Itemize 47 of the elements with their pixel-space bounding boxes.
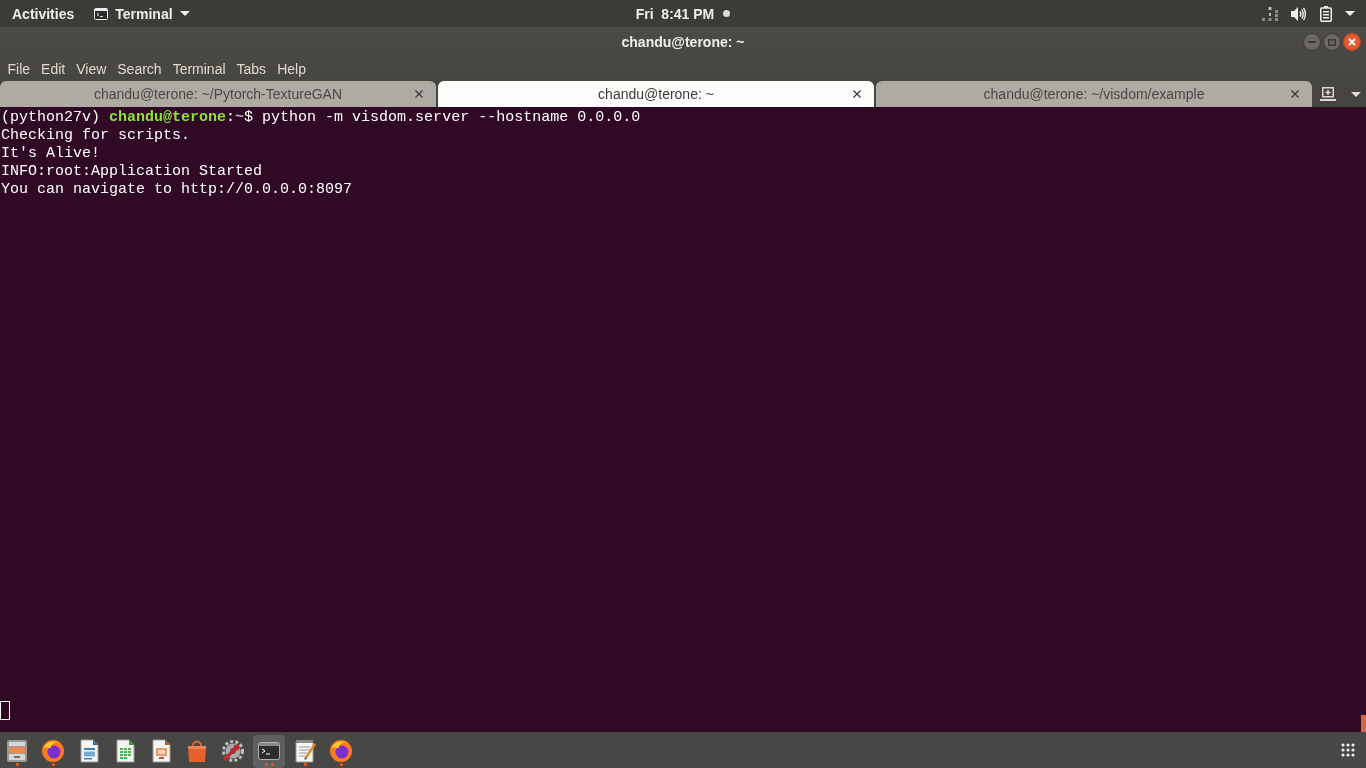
dock-launcher[interactable] [253,735,285,768]
shopping-bag-icon [187,739,207,763]
close-button[interactable] [1343,33,1361,51]
terminal-line: (python27v) chandu@terone:~$ python -m visdom.server --hostname 0.0.0.0 [1,109,641,127]
close-icon[interactable] [1291,90,1299,98]
plus-screen-icon[interactable] [1320,87,1336,101]
menu-item[interactable]: File [2,58,36,79]
document-icon [79,739,99,763]
terminal-tab[interactable]: chandu@terone: ~/visdom/example [876,81,1312,107]
close-icon[interactable] [853,90,861,98]
terminal-icon [257,739,281,763]
presentation-icon [151,739,171,763]
menu-item[interactable]: Search [111,58,168,79]
menu-item[interactable]: Help [271,58,312,79]
minus-icon [1308,41,1316,43]
app-menu-button[interactable]: Terminal [94,3,190,24]
speaker-icon[interactable] [1291,6,1307,21]
terminal-line: INFO:root:Application Started [1,163,263,181]
menu-item[interactable]: Terminal [167,58,232,79]
window-title: chandu@terone: ~ [621,32,745,52]
clock-button[interactable]: Fri 8:41 PM [635,3,731,24]
terminal-icon [94,7,109,20]
caret-icon[interactable] [1351,91,1361,97]
spreadsheet-icon [115,739,135,763]
square-icon [1328,38,1336,46]
close-icon [1348,38,1356,46]
terminal-tab[interactable]: chandu@terone: ~ [438,81,874,107]
scrollbar-thumb[interactable] [1361,715,1366,732]
menu-item[interactable]: Tabs [231,58,272,79]
file-cabinet-icon [5,739,29,763]
caret-icon [179,11,190,16]
terminal-line: It's Alive! [1,145,101,163]
signal-bars-icon[interactable] [1262,6,1278,21]
menu-item[interactable]: View [70,58,112,79]
apps-grid-icon[interactable] [1341,743,1355,757]
activities-button[interactable]: Activities [12,3,75,24]
caret-icon[interactable] [1345,11,1355,16]
terminal-line: You can navigate to http://0.0.0.0:8097 [1,181,353,199]
gear-wrench-icon [221,739,245,763]
close-icon[interactable] [415,90,423,98]
notepad-pencil-icon [293,739,317,763]
terminal-tab[interactable]: chandu@terone: ~/Pytorch-TextureGAN [0,81,436,107]
terminal-line: Checking for scripts. [1,127,191,145]
battery-icon[interactable] [1320,5,1332,22]
globe-icon [329,739,353,763]
menu-item[interactable]: Edit [35,58,71,79]
globe-icon [41,739,65,763]
